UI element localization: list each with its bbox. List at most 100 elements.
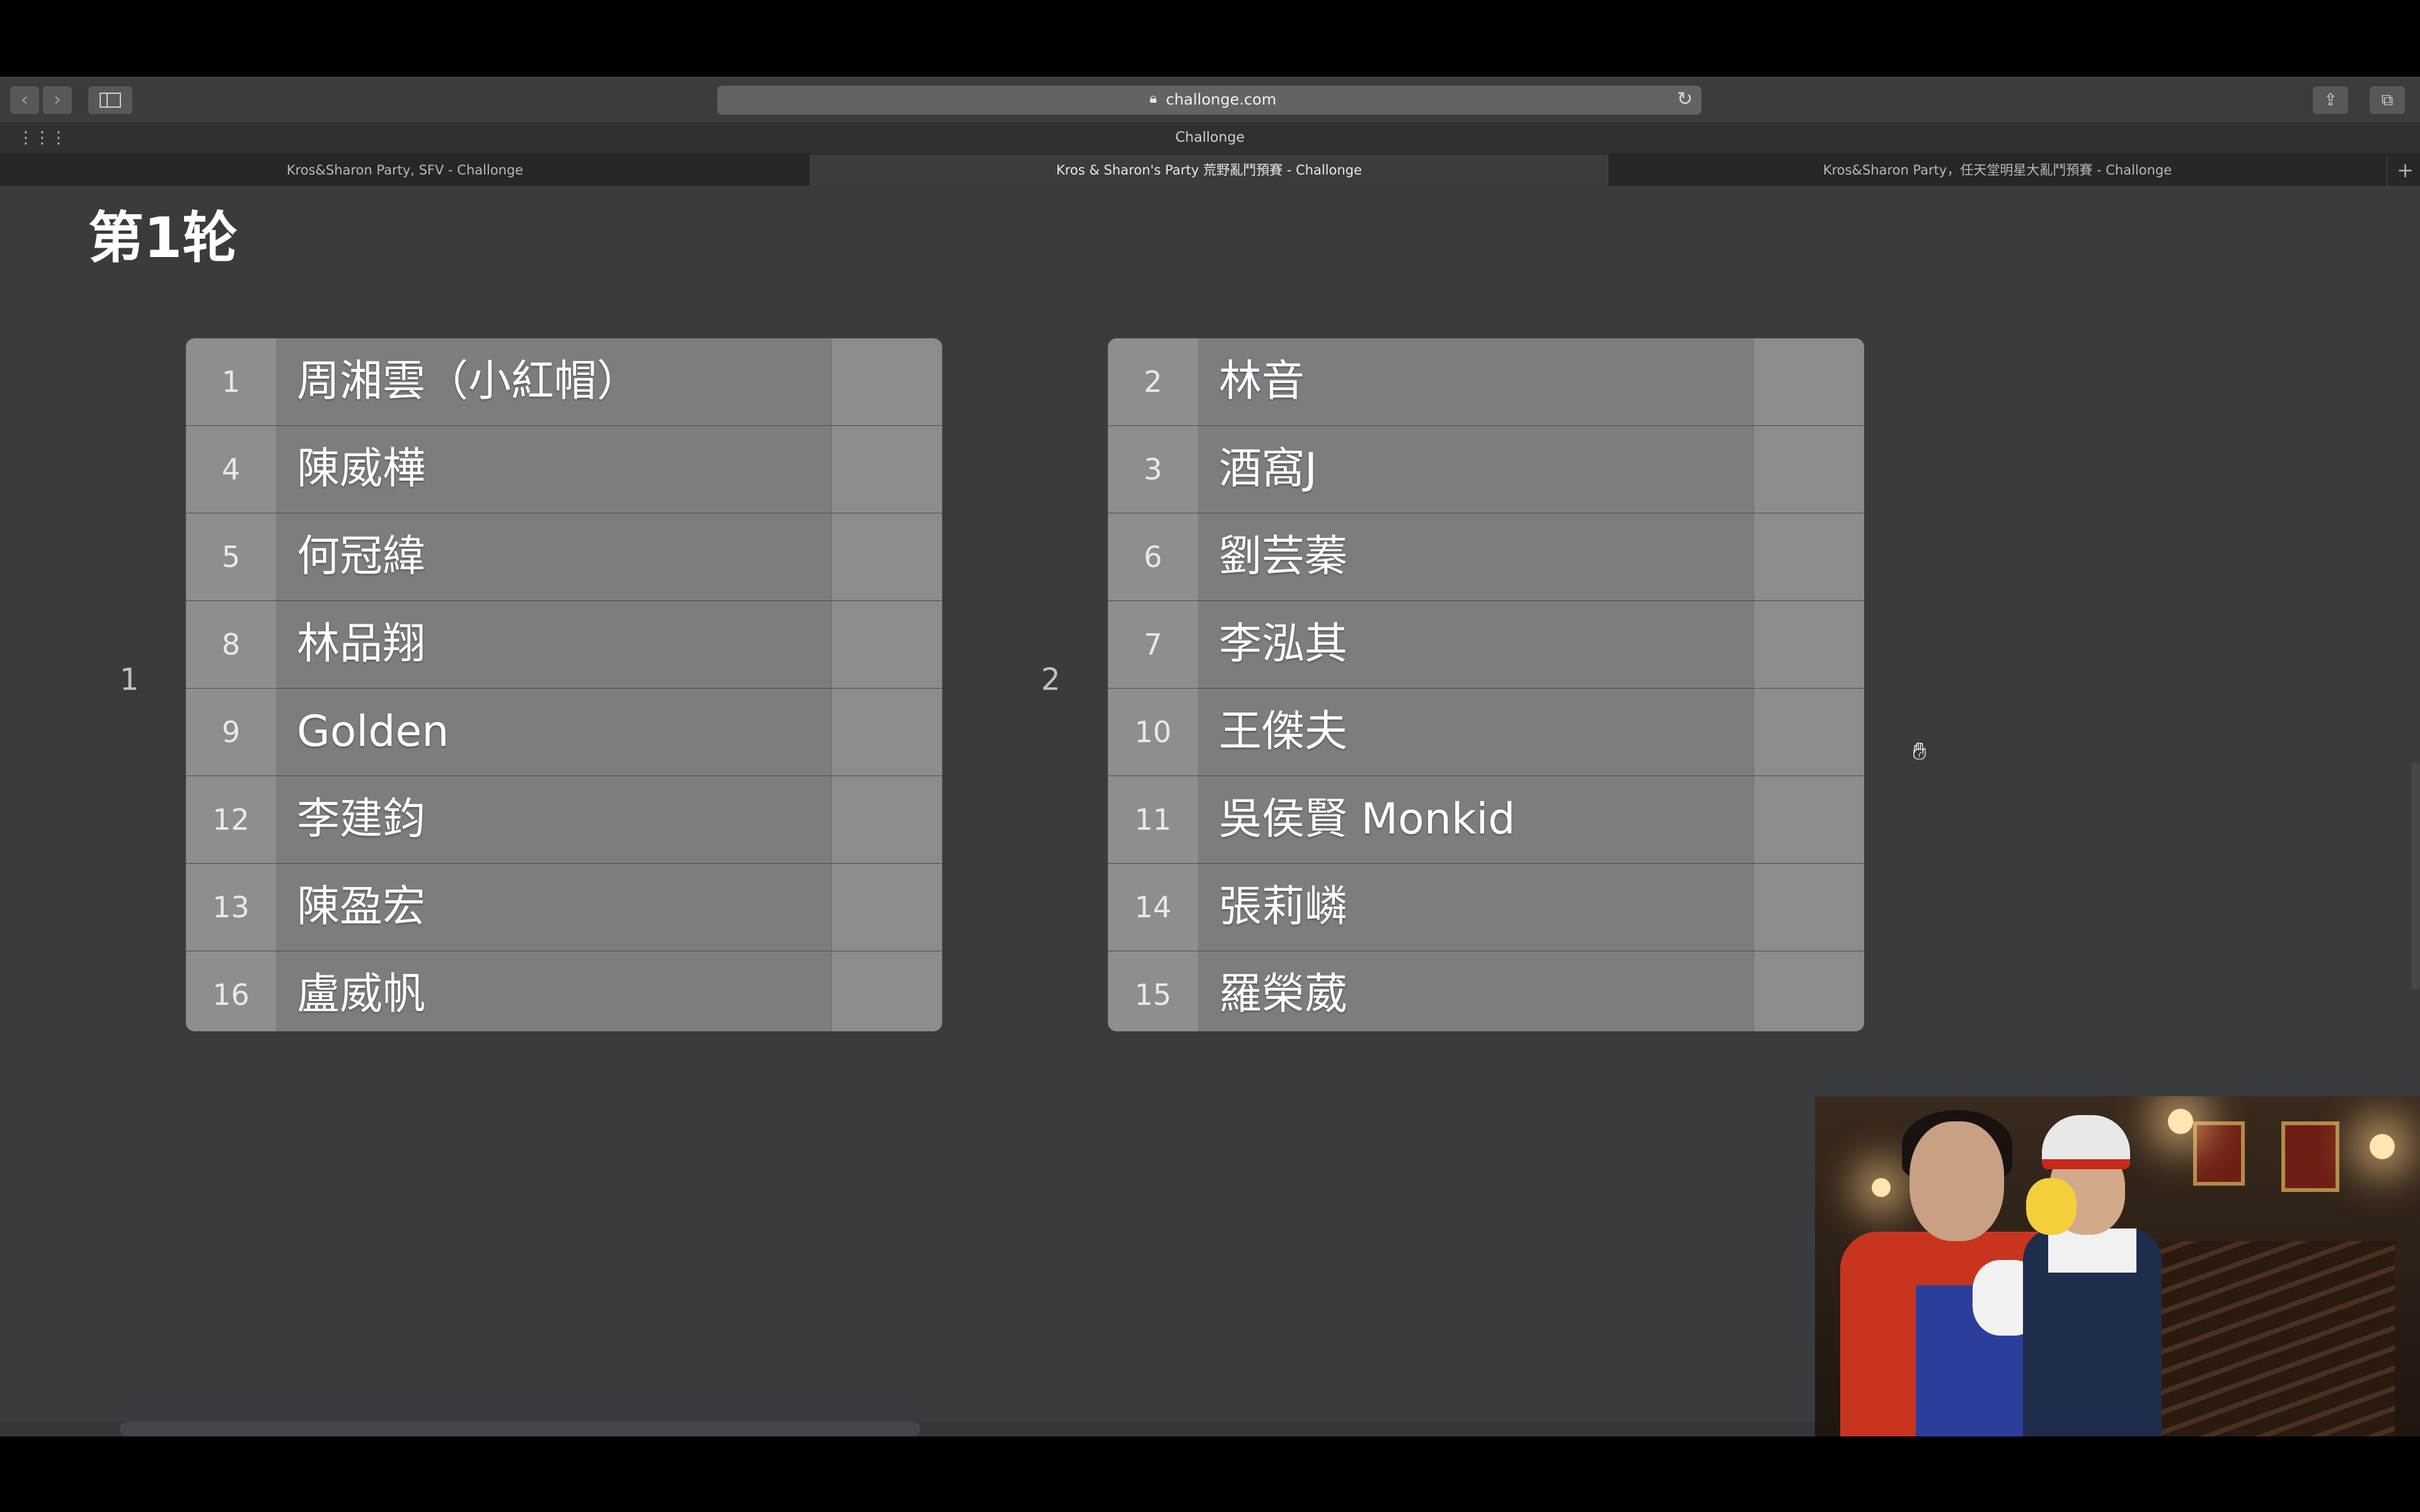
seed: 14 bbox=[1108, 864, 1198, 951]
lamp bbox=[1872, 1178, 1891, 1197]
player-row[interactable]: 14 張莉嶙 bbox=[1108, 864, 1864, 951]
share-icon: ⇪ bbox=[2324, 91, 2337, 110]
score-cell[interactable] bbox=[1753, 426, 1864, 513]
vertical-scrollbar[interactable] bbox=[2411, 762, 2420, 989]
player-name: 林品翔 bbox=[297, 619, 426, 669]
tab-bar: Kros&Sharon Party, SFV - Challonge Kros … bbox=[0, 154, 2420, 186]
score-cell[interactable] bbox=[1753, 513, 1864, 600]
seed: 15 bbox=[1108, 951, 1198, 1031]
score-cell[interactable] bbox=[1753, 951, 1864, 1031]
score-cell[interactable] bbox=[831, 426, 942, 513]
player-row[interactable]: 11 吳侯賢 Monkid bbox=[1108, 776, 1864, 864]
player-name: Golden bbox=[297, 707, 449, 757]
player-name: 吳侯賢 Monkid bbox=[1219, 794, 1516, 844]
tab-smash-bros[interactable]: Kros&Sharon Party，任天堂明星大亂鬥預賽 - Challonge bbox=[1608, 154, 2387, 186]
player-row[interactable]: 9 Golden bbox=[186, 689, 942, 776]
tab-title: Kros&Sharon Party，任天堂明星大亂鬥預賽 - Challonge bbox=[1823, 163, 2172, 178]
seed: 11 bbox=[1108, 776, 1198, 863]
chevron-right-icon: › bbox=[54, 89, 61, 111]
seed: 10 bbox=[1108, 689, 1198, 776]
score-cell[interactable] bbox=[831, 513, 942, 600]
favorites-title: Challonge bbox=[1175, 130, 1245, 146]
player-row[interactable]: 10 王傑夫 bbox=[1108, 689, 1864, 776]
address-bar[interactable]: 🔒︎ challonge.com ↻ bbox=[717, 86, 1702, 115]
seed: 3 bbox=[1108, 426, 1198, 513]
score-cell[interactable] bbox=[1753, 776, 1864, 863]
player-name: 周湘雲（小紅帽） bbox=[297, 357, 640, 406]
pikachu-plush bbox=[2026, 1178, 2077, 1235]
score-cell[interactable] bbox=[831, 776, 942, 863]
player-name: 羅榮葳 bbox=[1219, 970, 1348, 1019]
sidebar-button[interactable] bbox=[88, 86, 132, 114]
player-row[interactable]: 12 李建鈞 bbox=[186, 776, 942, 864]
tab-brawl-stars[interactable]: Kros & Sharon's Party 荒野亂鬥預賽 - Challonge bbox=[810, 154, 1608, 186]
share-button[interactable]: ⇪ bbox=[2313, 86, 2348, 114]
player-row[interactable]: 7 李泓其 bbox=[1108, 601, 1864, 689]
player-name: 張莉嶙 bbox=[1219, 882, 1348, 932]
seed: 2 bbox=[1108, 338, 1198, 425]
face bbox=[1910, 1121, 2004, 1241]
player-name: 陳盈宏 bbox=[297, 882, 426, 932]
player-row[interactable]: 1 周湘雲（小紅帽） bbox=[186, 338, 942, 426]
back-button[interactable]: ‹ bbox=[10, 86, 39, 114]
plus-icon[interactable]: + bbox=[2397, 158, 2414, 182]
seed: 7 bbox=[1108, 601, 1198, 688]
player-row[interactable]: 15 羅榮葳 bbox=[1108, 951, 1864, 1031]
seed: 16 bbox=[186, 951, 276, 1031]
player-name: 何冠緯 bbox=[297, 532, 426, 581]
score-cell[interactable] bbox=[831, 951, 942, 1031]
wall-picture bbox=[2193, 1121, 2245, 1186]
seed: 13 bbox=[186, 864, 276, 951]
score-cell[interactable] bbox=[1753, 864, 1864, 951]
webcam-overlay bbox=[1815, 1096, 2420, 1436]
player-row[interactable]: 3 酒窩J bbox=[1108, 426, 1864, 513]
lamp bbox=[2370, 1134, 2395, 1159]
player-row[interactable]: 16 盧威帆 bbox=[186, 951, 942, 1031]
cap bbox=[2042, 1115, 2130, 1169]
group-label: 2 bbox=[1041, 662, 1061, 697]
player-row[interactable]: 13 陳盈宏 bbox=[186, 864, 942, 951]
player-name: 劉芸蓁 bbox=[1219, 532, 1348, 581]
tab-title: Kros & Sharon's Party 荒野亂鬥預賽 - Challonge bbox=[1056, 163, 1363, 178]
score-cell[interactable] bbox=[1753, 689, 1864, 776]
player-name: 李建鈞 bbox=[297, 794, 426, 844]
seed: 4 bbox=[186, 426, 276, 513]
tab-title: Kros&Sharon Party, SFV - Challonge bbox=[286, 163, 524, 178]
player-name: 陳威樺 bbox=[297, 444, 426, 494]
player-row[interactable]: 2 林音 bbox=[1108, 338, 1864, 426]
letterbox-bottom bbox=[0, 1436, 2420, 1512]
player-row[interactable]: 4 陳威樺 bbox=[186, 426, 942, 513]
url-text: challonge.com bbox=[1166, 91, 1277, 108]
reload-icon[interactable]: ↻ bbox=[1677, 88, 1693, 110]
browser-toolbar: ‹ › 🔒︎ challonge.com ↻ ⇪ ⧉ bbox=[0, 77, 2420, 123]
collar bbox=[2048, 1228, 2136, 1273]
player-row[interactable]: 5 何冠緯 bbox=[186, 513, 942, 601]
player-row[interactable]: 6 劉芸蓁 bbox=[1108, 513, 1864, 601]
staircase bbox=[2143, 1241, 2395, 1436]
group-label: 1 bbox=[120, 662, 139, 697]
score-cell[interactable] bbox=[831, 864, 942, 951]
chevron-left-icon: ‹ bbox=[21, 89, 28, 111]
seed: 8 bbox=[186, 601, 276, 688]
lamp bbox=[2168, 1109, 2193, 1134]
player-name: 李泓其 bbox=[1219, 619, 1348, 669]
forward-button[interactable]: › bbox=[43, 86, 72, 114]
player-name: 盧威帆 bbox=[297, 970, 426, 1019]
wall-picture bbox=[2281, 1121, 2339, 1192]
score-cell[interactable] bbox=[1753, 338, 1864, 425]
sidebar-icon bbox=[100, 93, 121, 108]
score-cell[interactable] bbox=[1753, 601, 1864, 688]
score-cell[interactable] bbox=[831, 601, 942, 688]
seed: 1 bbox=[186, 338, 276, 425]
horizontal-scrollbar-thumb[interactable] bbox=[120, 1422, 920, 1436]
score-cell[interactable] bbox=[831, 338, 942, 425]
player-row[interactable]: 8 林品翔 bbox=[186, 601, 942, 689]
seed: 9 bbox=[186, 689, 276, 776]
tabs-overview-button[interactable]: ⧉ bbox=[2370, 86, 2405, 114]
tab-sfv[interactable]: Kros&Sharon Party, SFV - Challonge bbox=[0, 154, 810, 186]
letterbox-top bbox=[0, 0, 2420, 77]
player-name: 林音 bbox=[1219, 357, 1305, 406]
score-cell[interactable] bbox=[831, 689, 942, 776]
favorites-bar: ⋮⋮⋮ Challonge bbox=[0, 122, 2420, 154]
group-2: 2 林音 3 酒窩J 6 劉芸蓁 7 李泓其 10 王傑夫 11 吳侯賢 Monkid 14… bbox=[1108, 338, 1864, 1031]
